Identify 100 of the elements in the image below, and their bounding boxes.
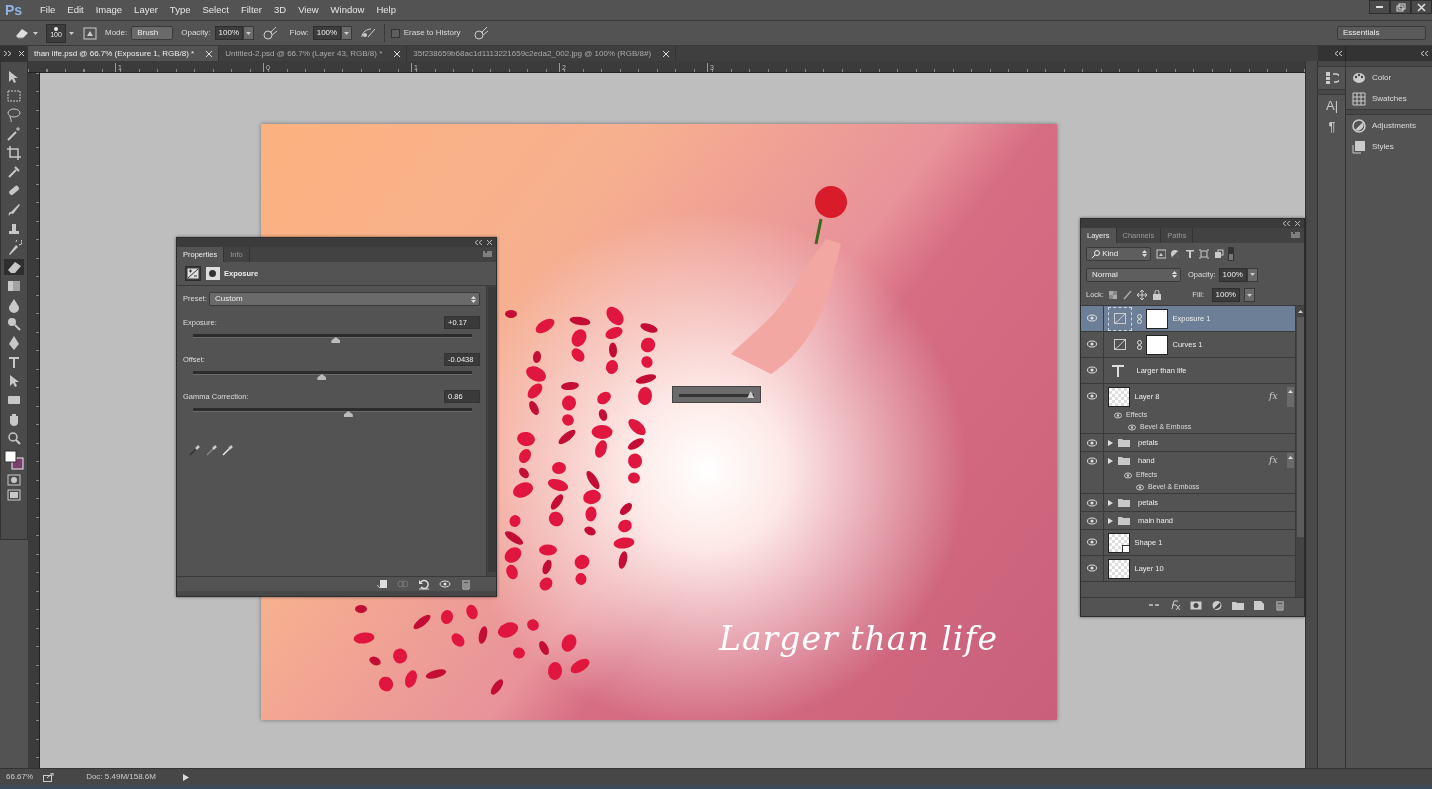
menu-item[interactable]: Help [370,2,402,18]
eyedropper-icon[interactable] [189,444,201,456]
exposure-adjustment-button[interactable] [185,266,201,281]
eyedropper-icon[interactable] [222,444,234,456]
collapsed-triangle-icon[interactable] [1108,439,1113,446]
hud-slider[interactable] [672,386,761,403]
shape-filter-icon[interactable] [1199,248,1209,259]
mode-select[interactable]: Brush [131,26,174,40]
collapsed-triangle-icon[interactable] [1108,499,1113,506]
document-tab[interactable]: than life.psd @ 66.7% (Exposure 1, RGB/8) * [28,46,220,61]
collapse-arrows-icon[interactable] [1335,51,1342,56]
smart-object-filter-icon[interactable] [1213,248,1224,259]
eraser-icon[interactable] [14,27,30,39]
color-swatches-icon[interactable] [3,449,25,471]
dock-panel-item[interactable]: Styles [1346,136,1432,157]
scrollbar[interactable] [486,286,496,576]
menu-item[interactable]: File [34,2,62,18]
menu-item[interactable]: Layer [128,2,164,18]
eye-icon[interactable] [1136,483,1144,491]
close-icon[interactable] [206,50,213,57]
lock-position-icon[interactable] [1137,290,1148,300]
effects-toggle-button[interactable] [1287,453,1294,468]
slider-thumb[interactable] [317,374,327,380]
adjustment-filter-icon[interactable] [1170,248,1180,259]
eye-icon[interactable] [1087,340,1097,348]
scrollbar-thumb[interactable] [1297,317,1304,537]
eye-icon[interactable] [1124,471,1132,479]
close-icon[interactable] [487,240,492,245]
close-icon[interactable] [663,50,670,57]
folder-icon[interactable] [1232,599,1244,611]
eye-icon[interactable] [1087,538,1097,546]
fx-icon[interactable] [1169,599,1181,611]
lock-all-icon[interactable] [1151,290,1162,300]
eye-icon[interactable] [1128,423,1136,431]
close-icon[interactable] [394,50,401,57]
filter-toggle-icon[interactable] [1228,246,1234,261]
menu-item[interactable]: Window [324,2,371,18]
history-icon[interactable] [1324,71,1339,85]
layer-fill-field[interactable]: 100% [1211,288,1240,302]
eye-icon[interactable] [1087,457,1097,465]
collapsed-triangle-icon[interactable] [1108,517,1113,524]
menu-item[interactable]: Image [89,2,129,18]
collapse-arrows-icon[interactable] [4,51,11,56]
panel-grip-bar[interactable] [1346,109,1432,115]
panel-glyph-button[interactable]: A| [1318,95,1346,116]
scrollbar[interactable] [1295,306,1304,597]
clip-to-layer-icon[interactable] [376,578,388,590]
menu-item[interactable]: Select [196,2,235,18]
share-icon[interactable] [43,772,55,782]
panel-menu-icon[interactable] [1291,232,1300,238]
panel-menu-icon[interactable] [483,251,492,257]
dock-panel-item[interactable]: Color [1346,67,1432,88]
close-button[interactable] [1411,0,1432,14]
eye-icon[interactable] [1087,517,1097,525]
eye-icon[interactable] [1087,366,1097,374]
eye-icon[interactable] [1087,439,1097,447]
collapsed-triangle-icon[interactable] [1108,457,1113,464]
layer-opacity-field[interactable]: 100% [1218,267,1247,282]
opacity-dropdown-button[interactable] [242,26,254,40]
lock-transparency-icon[interactable] [1108,290,1119,300]
eyedropper-icon[interactable] [205,444,218,456]
menu-item[interactable]: Type [163,2,197,18]
panel-glyph-button[interactable]: ¶ [1318,116,1346,137]
menu-item[interactable]: 3D [268,2,293,18]
eye-icon[interactable] [1087,392,1097,400]
reset-icon[interactable] [418,578,430,590]
caret-icon[interactable] [33,31,38,35]
pixel-filter-icon[interactable] [1155,248,1166,259]
panel-grip-bar[interactable] [1318,61,1345,67]
close-icon[interactable] [1295,221,1300,226]
dock-panel-item[interactable]: Swatches [1346,88,1432,109]
eye-icon[interactable] [1087,564,1097,572]
layer-mask-button[interactable] [205,267,220,280]
visibility-eye-icon[interactable] [439,578,451,590]
new-layer-icon[interactable] [1253,599,1265,611]
restore-button[interactable] [1390,0,1411,14]
dock-panel-item[interactable]: Adjustments [1346,115,1432,136]
scroll-up-arrow-icon[interactable] [1297,310,1303,313]
fill-dropdown-button[interactable] [1244,288,1255,302]
opacity-field[interactable]: 100% [214,26,243,40]
airbrush-icon[interactable] [359,26,376,40]
flow-dropdown-button[interactable] [340,26,352,40]
erase-to-history-checkbox[interactable] [390,28,400,38]
blend-mode-select[interactable]: Normal [1086,267,1181,282]
pressure-opacity-icon[interactable] [261,26,278,40]
eye-icon[interactable] [1087,499,1097,507]
add-mask-icon[interactable] [1190,599,1202,611]
opacity-dropdown-button[interactable] [1246,267,1258,282]
menu-item[interactable]: View [292,2,325,18]
collapse-arrows-icon[interactable] [475,240,482,245]
preset-select[interactable]: Custom [209,292,480,306]
scrollbar-thumb[interactable] [488,287,496,572]
eye-icon[interactable] [1114,411,1122,419]
adjustment-layer-icon[interactable] [1211,599,1223,611]
marquee-tool[interactable] [4,88,24,104]
caret-icon[interactable] [69,31,74,35]
panel-grip-bar[interactable] [1318,89,1345,95]
minimize-button[interactable] [1369,0,1390,14]
flow-field[interactable]: 100% [312,26,341,40]
effects-toggle-button[interactable] [1287,386,1294,407]
